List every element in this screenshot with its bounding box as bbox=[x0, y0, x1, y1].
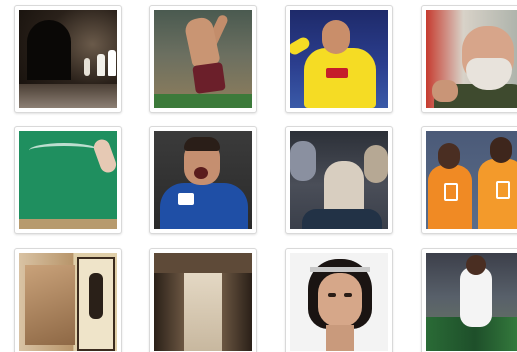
thumbnail-image bbox=[426, 10, 517, 108]
thumbnail-image bbox=[19, 10, 117, 108]
image-tile-soccer-player-shirtless[interactable] bbox=[149, 5, 257, 113]
image-tile-soccer-players-orange-kit[interactable] bbox=[421, 126, 517, 234]
image-tile-cave-ritual[interactable] bbox=[14, 5, 122, 113]
image-tile-crowd-veiled-woman[interactable] bbox=[285, 126, 393, 234]
image-tile-bearded-man-uniform[interactable] bbox=[421, 5, 517, 113]
thumbnail-image bbox=[154, 131, 252, 229]
thumbnail-image bbox=[19, 131, 117, 229]
thumbnail-image bbox=[426, 131, 517, 229]
thumbnail-image bbox=[290, 10, 388, 108]
image-tile-long-hallway[interactable] bbox=[149, 248, 257, 352]
image-tile-basketball-player[interactable] bbox=[421, 248, 517, 352]
thumbnail-image bbox=[290, 253, 388, 351]
image-grid bbox=[0, 0, 517, 352]
thumbnail-image bbox=[19, 253, 117, 351]
image-tile-chalkboard-writing[interactable] bbox=[14, 126, 122, 234]
thumbnail-image bbox=[154, 253, 252, 351]
thumbnail-image bbox=[154, 10, 252, 108]
image-tile-map-and-card[interactable] bbox=[14, 248, 122, 352]
image-tile-soccer-player-yellow-kit[interactable] bbox=[285, 5, 393, 113]
thumbnail-image bbox=[290, 131, 388, 229]
image-tile-soccer-player-shouting[interactable] bbox=[149, 126, 257, 234]
image-tile-woman-headband[interactable] bbox=[285, 248, 393, 352]
thumbnail-image bbox=[426, 253, 517, 351]
